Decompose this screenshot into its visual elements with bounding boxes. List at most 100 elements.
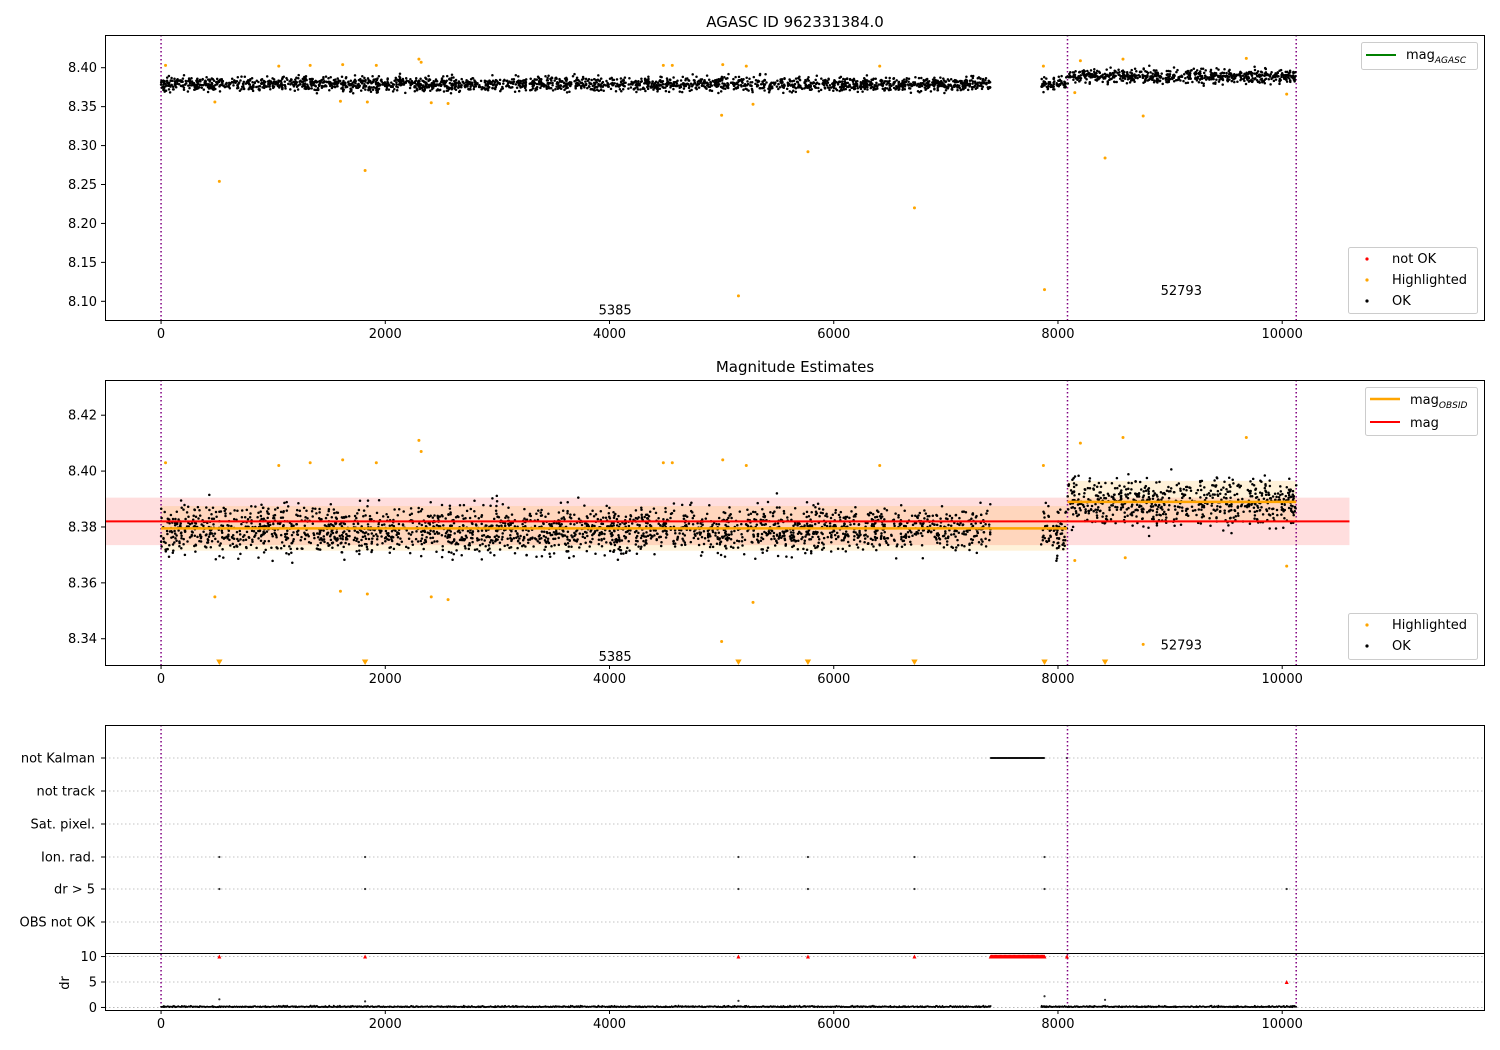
ok-point [852, 87, 856, 91]
ok-point [214, 557, 218, 561]
ok-point [665, 81, 669, 84]
ok-point [383, 523, 386, 526]
ok-point [670, 512, 674, 515]
ok-point [190, 533, 194, 537]
ok-point [1214, 82, 1217, 86]
ok-point [773, 537, 776, 541]
ok-point [182, 88, 186, 92]
ok-point [693, 530, 696, 533]
ok-point [291, 561, 294, 564]
ok-point [370, 540, 374, 543]
ok-point [637, 79, 640, 83]
ok-point [322, 75, 325, 79]
ok-point [970, 541, 974, 544]
ok-point [935, 533, 939, 537]
ok-point [605, 79, 608, 83]
ok-point [1153, 79, 1156, 82]
ok-point [988, 538, 991, 542]
ok-point [469, 507, 473, 511]
ok-point [1251, 76, 1254, 80]
ok-point [1083, 74, 1086, 78]
ok-point [811, 535, 814, 539]
ok-point [876, 85, 879, 88]
ok-point [1242, 78, 1245, 81]
ok-point [210, 513, 213, 516]
ok-point [231, 534, 235, 537]
ok-point [335, 81, 339, 84]
ok-point [786, 81, 790, 84]
ok-point [797, 539, 800, 542]
ok-point [290, 524, 293, 528]
ok-point [259, 539, 263, 543]
ok-point [267, 539, 271, 543]
ok-point [792, 79, 796, 82]
ok-point [174, 85, 178, 89]
ok-point [493, 86, 497, 90]
ok-point [827, 77, 830, 81]
ok-point [366, 548, 369, 551]
ok-point [944, 88, 948, 92]
ok-point [610, 531, 614, 535]
ok-point [1101, 80, 1104, 84]
agasc-panel: AGASC ID 962331384.0 0 2000 4000 6000 8000 10… [68, 13, 1485, 342]
ok-point [887, 80, 891, 84]
ok-point [319, 81, 322, 84]
ok-point [550, 545, 553, 548]
ok-point [685, 515, 689, 519]
ok-point [903, 80, 907, 84]
ok-point [418, 87, 421, 90]
ok-point [1266, 73, 1270, 77]
ok-point [869, 82, 873, 85]
ok-point [577, 496, 580, 499]
ok-point [980, 538, 983, 541]
ok-point [1285, 77, 1288, 81]
ok-point [423, 80, 427, 84]
ok-point [637, 545, 640, 548]
ok-point [347, 515, 351, 518]
ok-point [295, 522, 299, 526]
ok-point [279, 516, 283, 520]
ok-point [745, 88, 749, 91]
ok-point [584, 80, 587, 83]
ok-point [366, 81, 370, 85]
ok-point [627, 87, 630, 90]
ok-point [629, 86, 633, 89]
ok-point [355, 530, 359, 534]
ok-point [937, 84, 941, 88]
x-tick-label: 6000 [817, 327, 850, 342]
ok-point [415, 530, 418, 533]
ok-point [244, 545, 248, 549]
ok-point [517, 89, 521, 93]
ok-point [481, 534, 484, 537]
ok-point [419, 510, 423, 513]
ok-point [204, 534, 208, 537]
ok-point [266, 516, 269, 520]
ok-point [546, 81, 549, 85]
ok-point [907, 84, 910, 87]
ok-point [367, 88, 370, 92]
ok-point [1081, 72, 1084, 75]
ok-point [612, 550, 615, 554]
ok-point [1192, 67, 1196, 70]
ok-point [271, 77, 274, 80]
ok-point [586, 523, 590, 527]
ok-point [755, 523, 759, 527]
ok-point [615, 78, 619, 81]
ok-point [290, 81, 293, 85]
ok-point [584, 83, 588, 87]
ok-point [678, 90, 682, 93]
ok-point [510, 81, 513, 84]
ok-point [928, 514, 931, 518]
ok-point [843, 81, 847, 85]
ok-point [396, 542, 399, 546]
ok-point [308, 77, 312, 81]
ok-point [429, 500, 432, 504]
y-tick-label: 8.20 [68, 217, 97, 232]
ok-point [312, 83, 315, 87]
ok-point [290, 551, 293, 555]
ok-point [194, 515, 198, 518]
ok-point [762, 85, 766, 89]
ok-point [1278, 69, 1281, 73]
ok-point [1108, 73, 1112, 77]
ok-point [276, 506, 279, 510]
